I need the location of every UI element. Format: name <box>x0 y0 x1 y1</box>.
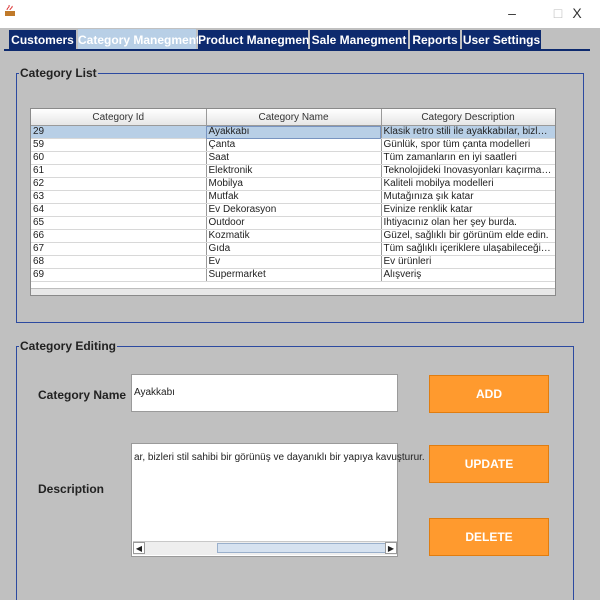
cell-description: Evinize renklik katar <box>381 203 555 217</box>
cell-name: Saat <box>206 151 382 165</box>
tab-product-management[interactable]: Product Manegment <box>198 30 313 50</box>
cell-description: İhtiyacınız olan her şey burda. <box>381 216 555 230</box>
tab-user-settings[interactable]: User Settings <box>462 30 541 50</box>
cell-description: Tüm sağlıklı içeriklere ulaşabileceğiniz… <box>381 242 555 256</box>
table-row[interactable]: 29 Ayakkabı Klasik retro stili ile ayakkab… <box>31 125 555 139</box>
cell-id: 59 <box>31 138 207 152</box>
table-row[interactable]: 61 Elektronik Teknolojideki İnovasyonları … <box>31 164 555 178</box>
close-button[interactable]: X <box>562 3 592 23</box>
scroll-right-arrow-icon[interactable]: ▶ <box>385 542 397 554</box>
column-header-description[interactable]: Category Description <box>381 109 555 126</box>
minimize-button[interactable]: – <box>497 3 527 23</box>
table-row[interactable]: 66 Kozmatik Güzel, sağlıklı bir görünüm el… <box>31 229 555 243</box>
tab-sale-management[interactable]: Sale Manegment <box>310 30 408 50</box>
cell-description: Teknolojideki İnovasyonları kaçırmayın <box>381 164 555 178</box>
scroll-thumb[interactable] <box>217 543 397 553</box>
cell-id: 67 <box>31 242 207 256</box>
category-name-input[interactable]: Ayakkabı <box>131 374 398 412</box>
category-name-label: Category Name <box>38 388 127 402</box>
cell-id: 63 <box>31 190 207 204</box>
table-row[interactable]: 63 Mutfak Mutağınıza şık katar <box>31 190 555 204</box>
cell-description: Güzel, sağlıklı bir görünüm elde edin. <box>381 229 555 243</box>
cell-description: Kaliteli mobilya modelleri <box>381 177 555 191</box>
add-button[interactable]: ADD <box>429 375 549 413</box>
cell-name: Gıda <box>206 242 382 256</box>
cell-name: Kozmatik <box>206 229 382 243</box>
cell-description: Ev ürünleri <box>381 255 555 269</box>
cell-name: Mutfak <box>206 190 382 204</box>
cell-name: Ayakkabı <box>206 125 382 139</box>
table-row[interactable]: 67 Gıda Tüm sağlıklı içeriklere ulaşabilec… <box>31 242 555 256</box>
table-row[interactable]: 62 Mobilya Kaliteli mobilya modelleri <box>31 177 555 191</box>
cell-description: Mutağınıza şık katar <box>381 190 555 204</box>
table-horizontal-scrollbar[interactable] <box>31 288 555 295</box>
window-titlebar: – □ X <box>0 0 600 28</box>
table-row[interactable]: 60 Saat Tüm zamanların en iyi saatleri <box>31 151 555 165</box>
java-app-icon <box>5 5 15 16</box>
cell-description: Klasik retro stili ile ayakkabılar, bizl… <box>381 125 555 139</box>
description-text: ar, bizleri stil sahibi bir görünüş ve d… <box>134 452 425 463</box>
cell-name: Elektronik <box>206 164 382 178</box>
table-row[interactable]: 68 Ev Ev ürünleri <box>31 255 555 269</box>
cell-name: Supermarket <box>206 268 382 282</box>
tab-underline <box>4 49 590 51</box>
description-textarea[interactable]: ar, bizleri stil sahibi bir görünüş ve d… <box>131 443 425 557</box>
cell-id: 29 <box>31 125 207 139</box>
description-label: Description <box>38 482 105 496</box>
main-frame: Customers Category Manegment Product Man… <box>0 28 600 600</box>
cell-id: 62 <box>31 177 207 191</box>
tab-category-management[interactable]: Category Manegment <box>78 29 200 51</box>
table-body: 29 Ayakkabı Klasik retro stili ile ayakkab… <box>31 125 555 282</box>
cell-id: 61 <box>31 164 207 178</box>
column-header-id[interactable]: Category Id <box>31 109 207 126</box>
cell-description: Tüm zamanların en iyi saatleri <box>381 151 555 165</box>
tab-customers[interactable]: Customers <box>9 30 76 50</box>
cell-name: Çanta <box>206 138 382 152</box>
cell-description: Alışveriş <box>381 268 555 282</box>
tab-reports[interactable]: Reports <box>410 30 460 50</box>
scroll-left-arrow-icon[interactable]: ◀ <box>133 542 145 554</box>
cell-id: 66 <box>31 229 207 243</box>
update-button[interactable]: UPDATE <box>429 445 549 483</box>
delete-button[interactable]: DELETE <box>429 518 549 556</box>
cell-id: 68 <box>31 255 207 269</box>
cell-id: 69 <box>31 268 207 282</box>
table-row[interactable]: 69 Supermarket Alışveriş <box>31 268 555 282</box>
column-header-name[interactable]: Category Name <box>206 109 382 126</box>
cell-name: Ev <box>206 255 382 269</box>
cell-description: Günlük, spor tüm çanta modelleri <box>381 138 555 152</box>
category-table[interactable]: Category Id Category Name Category Descr… <box>30 108 556 296</box>
cell-name: Ev Dekorasyon <box>206 203 382 217</box>
table-header-row: Category Id Category Name Category Descr… <box>31 109 555 126</box>
category-editing-title: Category Editing <box>19 338 118 354</box>
description-horizontal-scrollbar[interactable]: ◀ ▶ <box>133 541 397 555</box>
cell-name: Outdoor <box>206 216 382 230</box>
cell-id: 65 <box>31 216 207 230</box>
category-grid: Category Id Category Name Category Descr… <box>31 109 555 282</box>
table-row[interactable]: 64 Ev Dekorasyon Evinize renklik katar <box>31 203 555 217</box>
table-row[interactable]: 65 Outdoor İhtiyacınız olan her şey burda. <box>31 216 555 230</box>
table-row[interactable]: 59 Çanta Günlük, spor tüm çanta modelleri <box>31 138 555 152</box>
cell-id: 64 <box>31 203 207 217</box>
cell-name: Mobilya <box>206 177 382 191</box>
cell-id: 60 <box>31 151 207 165</box>
category-list-title: Category List <box>19 65 98 81</box>
